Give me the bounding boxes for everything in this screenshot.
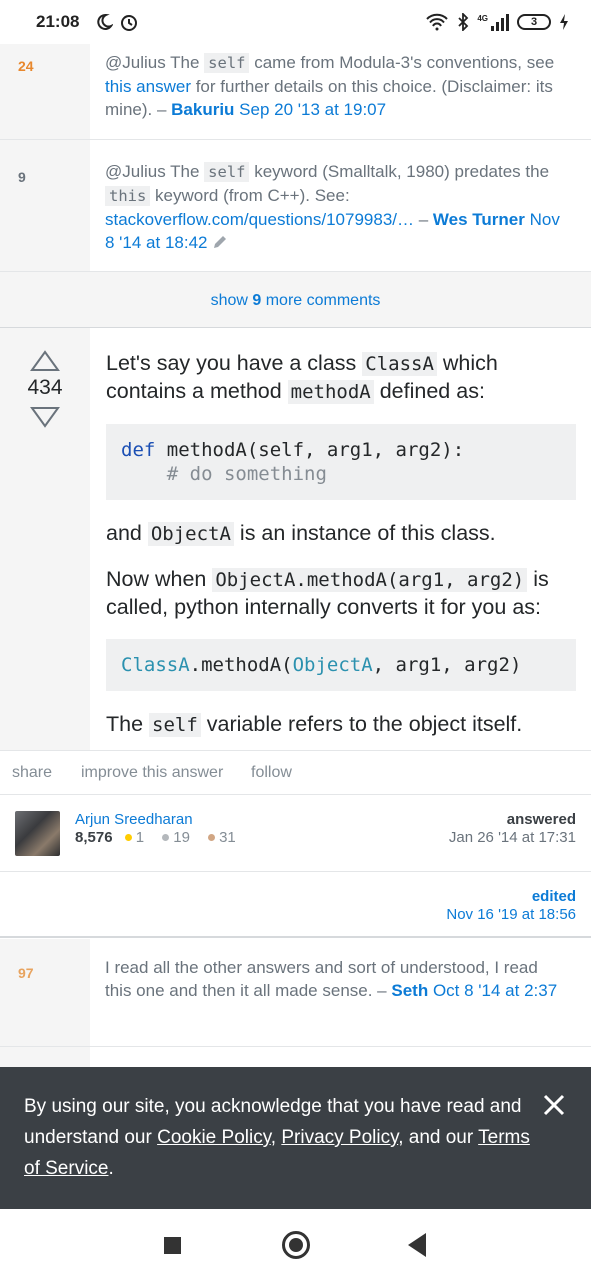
vote-count: 434 [27, 376, 63, 399]
clock: 21:08 [36, 12, 80, 31]
answer-paragraph: The self variable refers to the object i… [106, 712, 523, 737]
comment-user-link[interactable]: Wes Turner [433, 210, 525, 229]
close-icon[interactable] [541, 1092, 567, 1118]
comment-score-column [0, 1047, 90, 1067]
external-link[interactable]: stackoverflow.com/questions/1079983/… [105, 210, 414, 229]
cookie-policy-link[interactable]: Cookie Policy [157, 1127, 271, 1148]
answered-label: answered [506, 811, 576, 828]
upvote-icon[interactable] [30, 350, 60, 372]
author-name-link[interactable]: Arjun Sreedharan [75, 811, 193, 828]
code-block: def methodA(self, arg1, arg2): # do some… [106, 424, 576, 500]
alarm-icon [121, 15, 138, 31]
back-icon[interactable] [408, 1233, 426, 1257]
cookie-banner: By using our site, you acknowledge that … [0, 1067, 591, 1209]
comment-text: I read all the other answers and sort of… [105, 958, 558, 1000]
recents-icon[interactable] [164, 1237, 181, 1254]
moon-icon [97, 13, 114, 30]
edited-link[interactable]: edited [532, 888, 576, 905]
comment-score: 24 [18, 58, 34, 74]
gold-badge-icon [124, 834, 132, 841]
edited-time[interactable]: Nov 16 '19 at 18:56 [446, 906, 576, 923]
answer-paragraph: Now when ObjectA.methodA(arg1, arg2) is … [106, 567, 549, 619]
silver-badge-icon [162, 834, 170, 841]
show-more-comments[interactable]: show 9 more comments [0, 272, 591, 328]
improve-answer-link[interactable]: improve this answer [81, 764, 223, 782]
downvote-icon[interactable] [30, 406, 60, 428]
author-card: Arjun Sreedharan 8,576 1 19 31 answered … [0, 795, 591, 872]
comment-row: 24 @Julius The self came from Modula-3's… [0, 40, 591, 140]
charging-icon [560, 14, 568, 30]
answered-time: Jan 26 '14 at 17:31 [448, 829, 576, 846]
bronze-badge-icon [208, 834, 216, 841]
inline-code: self [204, 162, 250, 182]
comment-user-link[interactable]: Bakuriu [171, 100, 234, 119]
vote-column: 434 [0, 328, 90, 750]
inline-code: this [105, 186, 151, 206]
comment-user-link[interactable]: Seth [391, 981, 428, 1000]
answer-paragraph: and ObjectA is an instance of this class… [106, 521, 496, 546]
comment-date-link[interactable]: Sep 20 '13 at 19:07 [239, 100, 386, 119]
edit-card: edited Nov 16 '19 at 18:56 [0, 872, 591, 938]
home-icon[interactable] [282, 1231, 310, 1259]
comment-date-link[interactable]: Oct 8 '14 at 2:37 [433, 981, 557, 1000]
cookie-message: By using our site, you acknowledge that … [24, 1096, 530, 1179]
answer-body: Let's say you have a class ClassA which … [106, 350, 576, 757]
follow-link[interactable]: follow [251, 764, 292, 782]
author-reputation: 8,576 1 19 31 [75, 829, 236, 846]
wifi-icon [426, 13, 449, 31]
signal-icon: 4G [477, 13, 509, 31]
comment-score: 97 [18, 965, 34, 981]
answer-paragraph: Let's say you have a class ClassA which … [106, 351, 498, 404]
comment-text: @Julius The self keyword (Smalltalk, 198… [105, 162, 560, 252]
share-link[interactable]: share [12, 764, 52, 782]
comment-text: @Julius The self came from Modula-3's co… [105, 53, 555, 119]
inline-code: self [204, 53, 250, 73]
comment-score: 9 [18, 169, 26, 185]
answer-link[interactable]: this answer [105, 77, 191, 96]
avatar[interactable] [15, 811, 60, 856]
answer-actions: share improve this answer follow [0, 750, 591, 795]
battery-icon: 3 [517, 14, 551, 30]
code-block: ClassA.methodA(ObjectA, arg1, arg2) [106, 639, 576, 691]
status-bar: 21:08 4G 3 [0, 0, 591, 44]
pencil-icon[interactable] [212, 234, 228, 250]
privacy-policy-link[interactable]: Privacy Policy [281, 1127, 398, 1148]
navigation-bar [0, 1209, 591, 1280]
comment-row: 97 I read all the other answers and sort… [0, 939, 591, 1047]
bluetooth-icon [458, 13, 469, 31]
comment-row: 9 @Julius The self keyword (Smalltalk, 1… [0, 140, 591, 272]
